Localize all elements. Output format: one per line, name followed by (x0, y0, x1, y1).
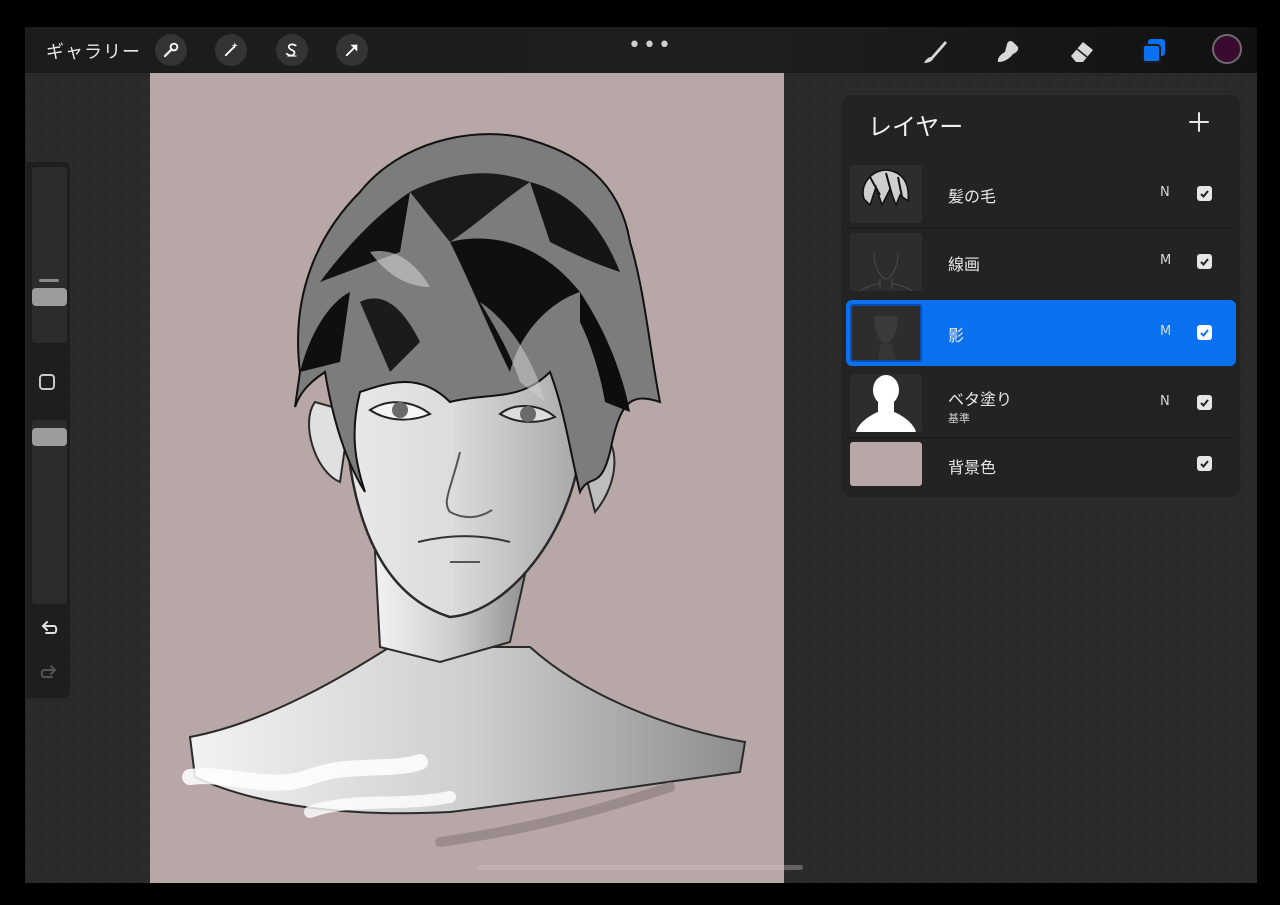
add-layer-button[interactable] (1188, 111, 1210, 133)
eraser-button[interactable] (1067, 36, 1097, 66)
more-options-button[interactable]: ••• (628, 33, 673, 58)
adjustments-button[interactable] (215, 34, 247, 66)
visibility-checkbox[interactable] (1197, 325, 1212, 340)
layer-thumbnail (850, 304, 922, 362)
checkmark-icon (1200, 258, 1209, 266)
layer-name: 髪の毛 (948, 187, 997, 206)
wrench-icon (163, 42, 179, 58)
drawing-canvas[interactable] (150, 72, 784, 883)
checkmark-icon (1200, 399, 1209, 407)
layers-button[interactable] (1139, 36, 1169, 66)
procreate-screen: ギャラリー ••• レイヤー 髪の毛 N 線画 M 影 M ベタ塗り 基準 N … (25, 27, 1257, 883)
layer-thumbnail (850, 165, 922, 223)
opacity-slider[interactable] (32, 420, 67, 604)
checkmark-icon (1200, 329, 1209, 337)
layer-row-background-color[interactable]: 背景色 (846, 438, 1236, 494)
selection-s-icon (285, 43, 297, 57)
layer-row-base-fill[interactable]: ベタ塗り 基準 N (846, 370, 1236, 436)
eraser-icon (1071, 42, 1093, 62)
layer-name: 背景色 (948, 458, 997, 477)
undo-icon (41, 621, 58, 634)
canvas-scroll-indicator[interactable] (477, 865, 803, 870)
smudge-icon (997, 40, 1019, 62)
top-toolbar: ギャラリー ••• (25, 27, 1257, 73)
layers-icon (1142, 39, 1165, 63)
selection-button[interactable] (276, 34, 308, 66)
left-sidebar (26, 162, 70, 698)
layers-panel: レイヤー 髪の毛 N 線画 M 影 M ベタ塗り 基準 N 背景色 (842, 95, 1240, 497)
redo-button[interactable] (38, 662, 60, 684)
layer-row-shadow[interactable]: 影 M (846, 300, 1236, 366)
background-color-swatch (850, 442, 922, 486)
blend-mode-button[interactable]: M (1160, 253, 1171, 268)
layers-title: レイヤー (868, 113, 964, 141)
checkmark-icon (1200, 190, 1209, 198)
visibility-checkbox[interactable] (1197, 186, 1212, 201)
magic-wand-icon (224, 42, 238, 57)
transform-button[interactable] (336, 34, 368, 66)
visibility-checkbox[interactable] (1197, 395, 1212, 410)
brush-size-slider[interactable] (32, 167, 67, 343)
actions-button[interactable] (155, 34, 187, 66)
layer-reference-label: 基準 (948, 412, 970, 425)
visibility-checkbox[interactable] (1197, 456, 1212, 471)
gallery-button[interactable]: ギャラリー (46, 38, 141, 64)
layer-row-lineart[interactable]: 線画 M (846, 229, 1236, 295)
layer-name: 影 (948, 326, 965, 345)
blend-mode-button[interactable]: N (1160, 394, 1170, 409)
artwork (182, 133, 747, 847)
checkmark-icon (1200, 460, 1209, 468)
color-picker-button[interactable] (1212, 34, 1242, 64)
undo-button[interactable] (38, 618, 60, 640)
layer-name: 線画 (948, 255, 981, 274)
visibility-checkbox[interactable] (1197, 254, 1212, 269)
redo-icon (40, 665, 57, 678)
brush-button[interactable] (920, 36, 950, 66)
blend-mode-button[interactable]: N (1160, 185, 1170, 200)
brush-size-marker (39, 279, 59, 282)
brush-icon (924, 41, 947, 63)
smudge-button[interactable] (993, 36, 1023, 66)
transform-arrow-icon (345, 44, 358, 57)
layer-name: ベタ塗り (948, 390, 1013, 409)
layer-thumbnail (850, 233, 922, 291)
opacity-handle[interactable] (32, 428, 67, 446)
brush-size-handle[interactable] (32, 288, 67, 306)
layer-row-hair[interactable]: 髪の毛 N (846, 161, 1236, 227)
layer-thumbnail (850, 374, 922, 432)
modify-button[interactable] (39, 374, 55, 390)
blend-mode-button[interactable]: M (1160, 324, 1171, 339)
